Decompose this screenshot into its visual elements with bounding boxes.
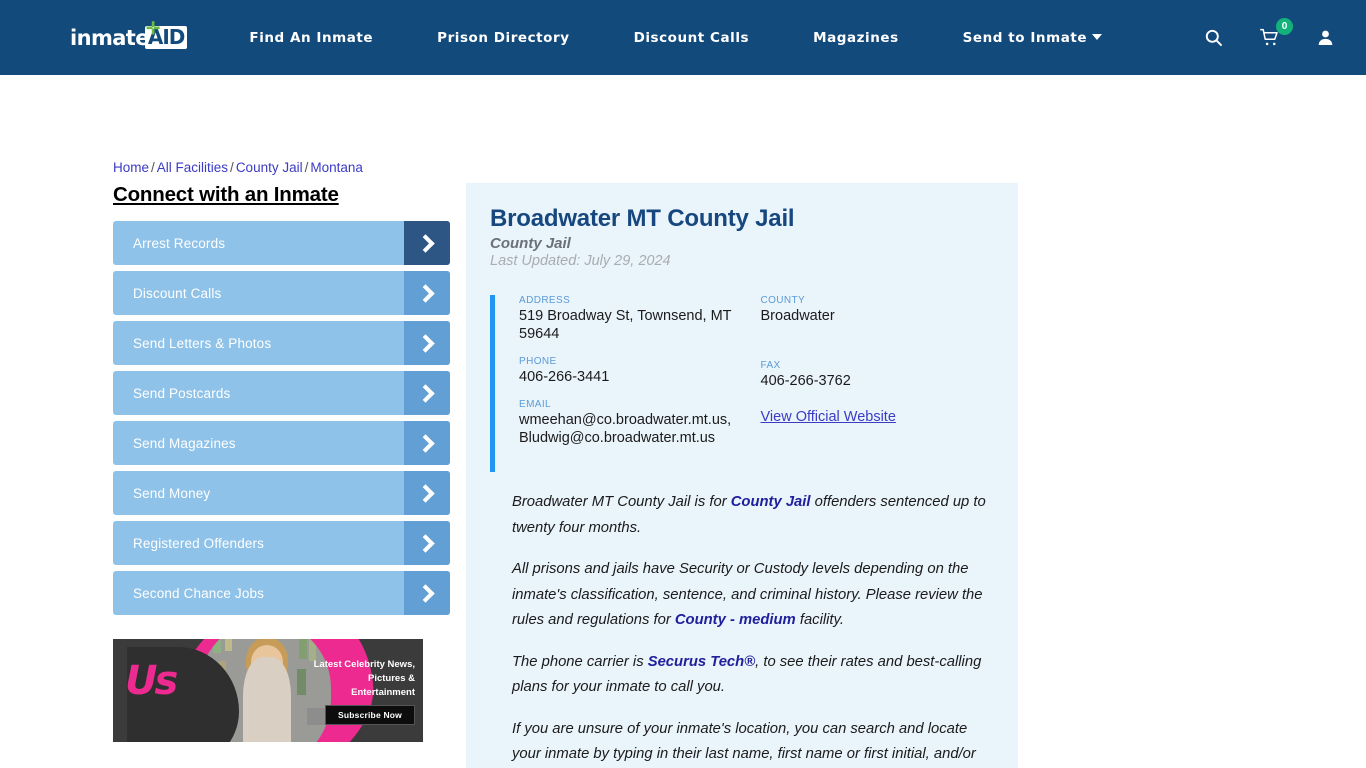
nav-item-send-to-inmate[interactable]: Send to Inmate: [962, 29, 1103, 46]
chevron-right-icon: [404, 521, 450, 565]
sidebar-item-label: Arrest Records: [133, 235, 226, 251]
nav-item-discount-calls[interactable]: Discount Calls: [634, 30, 750, 46]
facility-type: County Jail: [490, 235, 571, 252]
description-paragraph-2: All prisons and jails have Security or C…: [512, 557, 990, 634]
p3-link-securus-tech[interactable]: Securus Tech®: [648, 654, 755, 670]
chevron-right-icon: [404, 271, 450, 315]
sidebar-item-send-magazines[interactable]: Send Magazines: [113, 421, 450, 465]
sidebar-item-label: Registered Offenders: [133, 535, 265, 551]
page-title: Broadwater MT County Jail: [490, 205, 795, 232]
nav-item-find-an-inmate[interactable]: Find An Inmate: [249, 30, 373, 46]
chevron-right-icon: [404, 571, 450, 615]
ad-brand-dots: ▪▪▪▪: [162, 670, 176, 677]
p2-text-b: facility.: [795, 612, 844, 628]
breadcrumb-item-county-jail[interactable]: County Jail: [236, 160, 303, 175]
email-value: wmeehan@co.broadwater.mt.us, Bludwig@co.…: [519, 412, 732, 446]
chevron-right-icon: [404, 321, 450, 365]
site-logo[interactable]: inmate AID ✛: [70, 18, 188, 53]
chevron-right-icon: [404, 471, 450, 515]
cart-icon[interactable]: 0: [1256, 17, 1293, 51]
ad-cta-tab: [307, 708, 325, 725]
county-label: COUNTY: [760, 295, 806, 306]
sidebar-item-label: Second Chance Jobs: [133, 585, 265, 601]
facility-description: Broadwater MT County Jail is for County …: [490, 472, 994, 768]
breadcrumb-separator: /: [230, 160, 234, 175]
facility-details: ADDRESS 519 Broadway St, Townsend, MT 59…: [490, 295, 994, 472]
phone-value: 406-266-3441: [519, 369, 610, 385]
sidebar-item-arrest-records[interactable]: Arrest Records: [113, 221, 450, 265]
description-paragraph-3: The phone carrier is Securus Tech®, to s…: [512, 650, 990, 701]
header-icon-group: 0: [1200, 17, 1338, 51]
sidebar-item-send-letters-photos[interactable]: Send Letters & Photos: [113, 321, 450, 365]
main-content: Broadwater MT County Jail County Jail La…: [466, 183, 1018, 768]
search-icon[interactable]: [1200, 25, 1226, 51]
chevron-right-icon: [404, 221, 450, 265]
cart-count-badge: 0: [1276, 17, 1293, 35]
description-paragraph-1: Broadwater MT County Jail is for County …: [512, 490, 990, 541]
nav-item-magazines[interactable]: Magazines: [813, 30, 899, 46]
facility-card: Broadwater MT County Jail County Jail La…: [466, 183, 1018, 768]
ad-headline: Latest Celebrity News, Pictures & Entert…: [313, 659, 415, 698]
description-paragraph-4: If you are unsure of your inmate's locat…: [512, 720, 976, 763]
site-header: inmate AID ✛ Find An Inmate Prison Direc…: [0, 0, 1366, 75]
facility-details-right: COUNTY Broadwater FAX 406-266-3762 View …: [757, 295, 995, 460]
breadcrumb: Home / All Facilities / County Jail / Montana: [113, 160, 363, 175]
fax-value: 406-266-3762: [760, 373, 851, 389]
address-value: 519 Broadway St, Townsend, MT 59644: [519, 308, 732, 342]
ad-subscribe-button[interactable]: Subscribe Now: [324, 705, 415, 725]
p1-link-county-jail[interactable]: County Jail: [731, 494, 811, 510]
breadcrumb-item-montana[interactable]: Montana: [310, 160, 363, 175]
plus-icon: ✛: [146, 18, 161, 38]
sidebar-item-label: Discount Calls: [133, 285, 222, 301]
breadcrumb-item-all-facilities[interactable]: All Facilities: [157, 160, 228, 175]
chevron-down-icon: [1092, 33, 1103, 40]
breadcrumb-separator: /: [304, 160, 309, 175]
sidebar-item-label: Send Letters & Photos: [133, 335, 272, 351]
sidebar-item-send-money[interactable]: Send Money: [113, 471, 450, 515]
breadcrumb-item-home[interactable]: Home: [113, 160, 149, 175]
ad-person-body: [243, 657, 291, 742]
p3-text-a: The phone carrier is: [512, 653, 648, 670]
sidebar-item-label: Send Money: [133, 485, 211, 501]
nav-item-prison-directory[interactable]: Prison Directory: [437, 30, 569, 46]
sidebar-item-label: Send Magazines: [133, 435, 236, 451]
county-value: Broadwater: [760, 308, 835, 324]
sidebar: Connect with an Inmate Arrest Records Di…: [113, 183, 450, 768]
phone-label: PHONE: [519, 356, 557, 367]
content-columns: Connect with an Inmate Arrest Records Di…: [0, 75, 1018, 768]
sidebar-item-second-chance-jobs[interactable]: Second Chance Jobs: [113, 571, 450, 615]
sidebar-title: Connect with an Inmate: [113, 183, 339, 206]
chevron-right-icon: [404, 371, 450, 415]
advertisement-banner[interactable]: Us ▪▪▪▪ Latest Celebrity News, Pictures …: [113, 639, 423, 742]
sidebar-item-discount-calls[interactable]: Discount Calls: [113, 271, 450, 315]
p2-link-county-medium[interactable]: County - medium: [675, 612, 796, 628]
main-navigation: Find An Inmate Prison Directory Discount…: [249, 30, 1154, 46]
p1-text-a: Broadwater MT County Jail is for: [512, 494, 731, 510]
address-label: ADDRESS: [519, 295, 571, 306]
facility-details-left: ADDRESS 519 Broadway St, Townsend, MT 59…: [519, 295, 757, 460]
breadcrumb-separator: /: [151, 160, 155, 175]
logo-wordmark: inmate: [70, 25, 149, 50]
user-icon[interactable]: [1312, 25, 1338, 51]
detail-spacer: [761, 338, 995, 360]
fax-label: FAX: [760, 360, 781, 371]
ad-brand-logo: Us: [125, 658, 178, 704]
official-website-link[interactable]: View Official Website: [761, 409, 896, 425]
sidebar-item-send-postcards[interactable]: Send Postcards: [113, 371, 450, 415]
sidebar-item-registered-offenders[interactable]: Registered Offenders: [113, 521, 450, 565]
last-updated: Last Updated: July 29, 2024: [490, 253, 671, 269]
email-label: EMAIL: [519, 399, 552, 410]
nav-item-send-to-inmate-label: Send to Inmate: [962, 29, 1088, 46]
chevron-right-icon: [404, 421, 450, 465]
sidebar-item-label: Send Postcards: [133, 385, 231, 401]
page-body: Home / All Facilities / County Jail / Montana …: [0, 75, 1366, 768]
